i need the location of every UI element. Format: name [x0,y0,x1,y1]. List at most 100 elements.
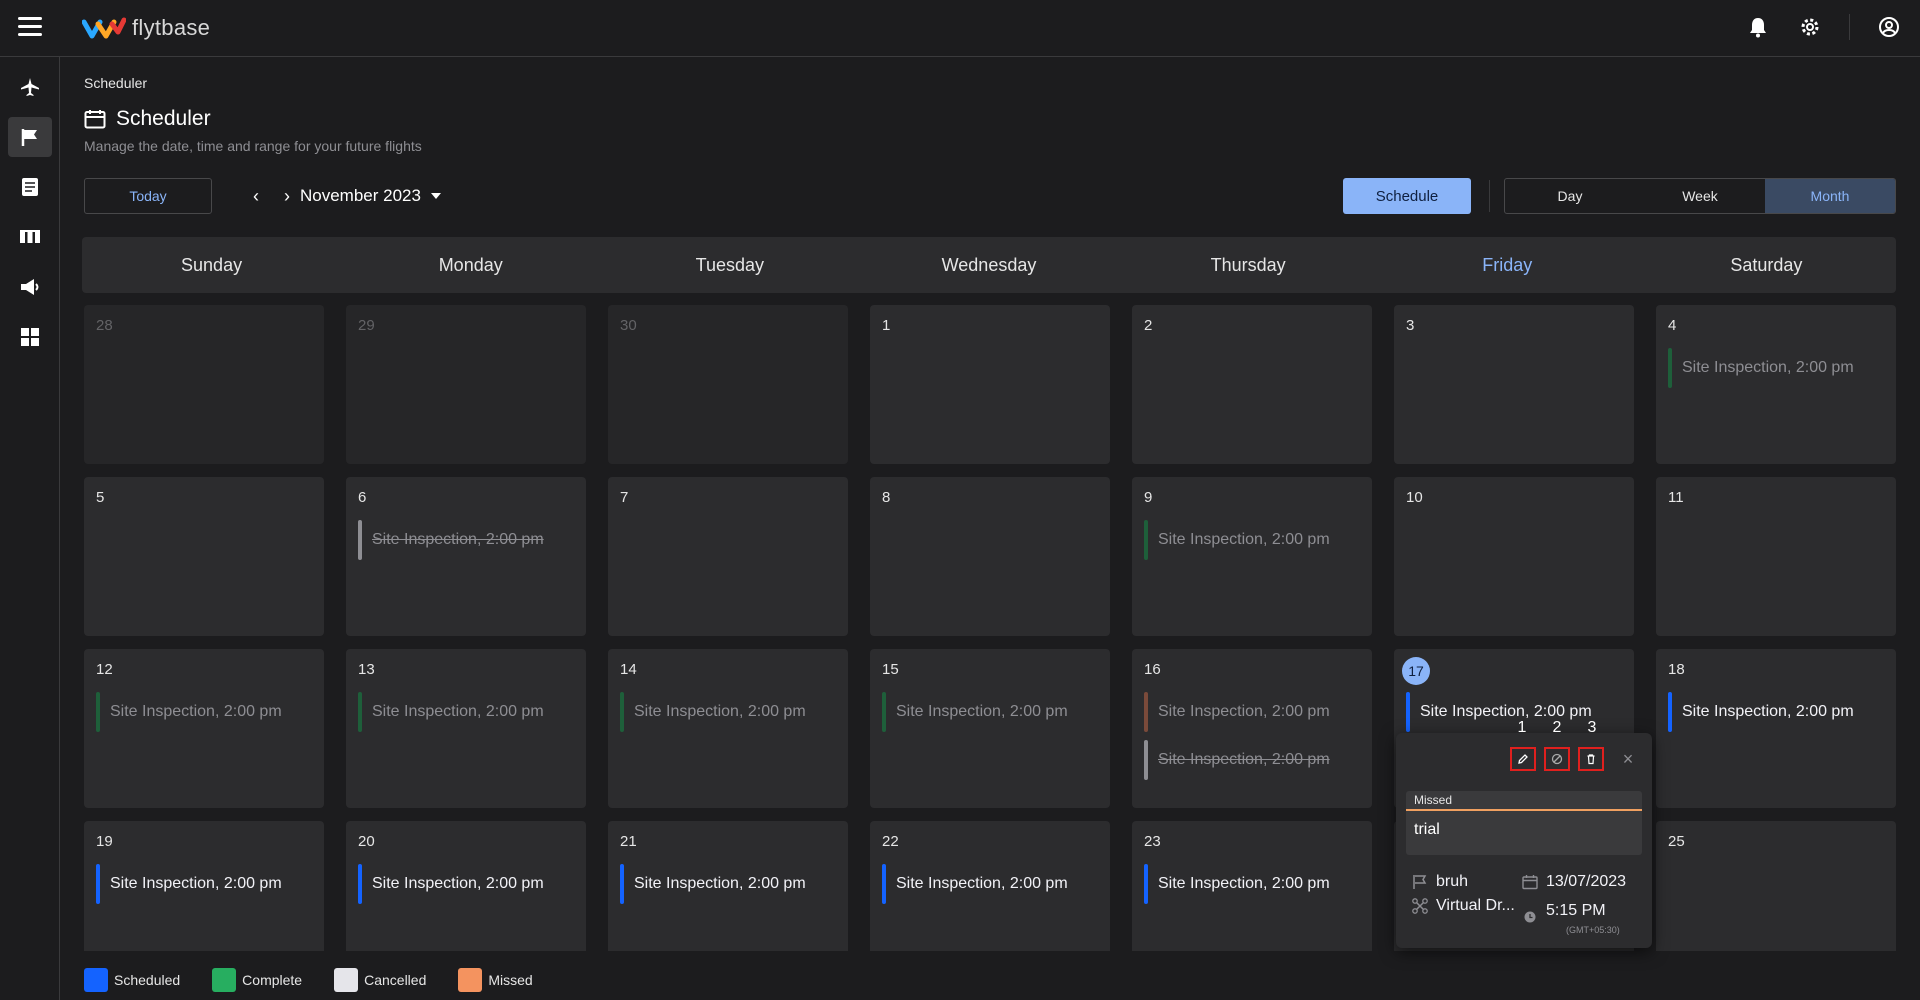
calendar-day-cell[interactable]: 14 Site Inspection, 2:00 pm [608,649,848,808]
flytbase-logo: flytbase [82,14,210,42]
event-scheduled[interactable]: Site Inspection, 2:00 pm [96,864,282,904]
calendar-day-cell[interactable]: 13 Site Inspection, 2:00 pm [346,649,586,808]
delete-trash-icon[interactable] [1578,747,1604,771]
calendar-day-cell[interactable]: 19 Site Inspection, 2:00 pm [84,821,324,951]
sidebar-item-fleet[interactable] [8,217,52,257]
calendar-day-cell[interactable]: 25 [1656,821,1896,951]
date-number: 11 [1668,489,1684,506]
date-number: 16 [1144,661,1161,678]
user-account-icon[interactable] [1876,14,1902,40]
close-icon[interactable]: × [1616,747,1640,771]
event-complete[interactable]: Site Inspection, 2:00 pm [358,692,544,732]
calendar-day-cell[interactable]: 10 [1394,477,1634,636]
calendar-day-cell[interactable]: 3 [1394,305,1634,464]
dow-friday: Friday [1482,254,1533,275]
calendar-day-cell[interactable]: 4 Site Inspection, 2:00 pm [1656,305,1896,464]
popup-drone: Virtual Dr... [1436,897,1515,914]
popup-title-box: Missed trial [1406,791,1642,855]
calendar-day-cell[interactable]: 9 Site Inspection, 2:00 pm [1132,477,1372,636]
view-week-button[interactable]: Week [1635,179,1765,213]
calendar-day-cell[interactable]: 7 [608,477,848,636]
view-day-button[interactable]: Day [1505,179,1635,213]
hamburger-menu-icon[interactable] [18,17,42,39]
sidebar-item-scheduler[interactable] [7,117,52,157]
status-legend: Scheduled Complete Cancelled Missed [84,968,533,992]
document-icon [21,178,38,196]
date-number: 28 [96,317,113,334]
breadcrumb[interactable]: Scheduler [84,75,147,91]
sidebar [0,57,60,1000]
calendar-day-cell[interactable]: 15 Site Inspection, 2:00 pm [870,649,1110,808]
view-month-button[interactable]: Month [1765,179,1895,213]
legend-label: Complete [242,972,303,988]
event-cancelled[interactable]: Site Inspection, 2:00 pm [1144,740,1330,780]
calendar-day-cell[interactable]: 28 [84,305,324,464]
date-number: 15 [882,661,899,678]
event-scheduled[interactable]: Site Inspection, 2:00 pm [1668,692,1854,732]
calendar-day-cell[interactable]: 5 [84,477,324,636]
date-number: 12 [96,661,113,678]
legend-item-missed: Missed [458,968,533,992]
caret-down-icon [430,193,441,199]
month-select[interactable]: November 2023 [300,178,441,214]
date-number: 22 [882,833,899,850]
date-number: 3 [1406,317,1415,334]
date-number: 7 [620,489,629,506]
today-button[interactable]: Today [84,178,212,214]
event-missed[interactable]: Site Inspection, 2:00 pm [1144,692,1330,732]
gear-icon[interactable] [1797,14,1823,40]
event-cancelled[interactable]: Site Inspection, 2:00 pm [358,520,544,560]
calendar-day-cell[interactable]: 16 Site Inspection, 2:00 pm Site Inspectio… [1132,649,1372,808]
calendar-day-cell[interactable]: 6 Site Inspection, 2:00 pm [346,477,586,636]
event-scheduled[interactable]: Site Inspection, 2:00 pm [882,864,1068,904]
edit-pencil-icon[interactable] [1510,747,1536,771]
prev-month-chevron-left-icon[interactable]: ‹ [244,184,268,208]
popup-actions [1510,747,1604,771]
calendar-small-icon [1522,875,1538,890]
dow-tuesday: Tuesday [695,254,765,275]
event-complete[interactable]: Site Inspection, 2:00 pm [1668,348,1854,388]
event-scheduled[interactable]: Site Inspection, 2:00 pm [358,864,544,904]
event-scheduled[interactable]: Site Inspection, 2:00 pm [1144,864,1330,904]
date-number: 18 [1668,661,1685,678]
cancel-ban-icon[interactable] [1544,747,1570,771]
annotation-number: 3 [1587,719,1597,736]
calendar-day-cell[interactable]: 11 [1656,477,1896,636]
calendar-day-cell[interactable]: 2 [1132,305,1372,464]
calendar-day-cell[interactable]: 1 [870,305,1110,464]
sidebar-item-logs[interactable] [8,167,52,207]
today-date-badge: 17 [1402,657,1430,685]
date-number: 2 [1144,317,1153,334]
calendar-day-cell[interactable]: 12 Site Inspection, 2:00 pm [84,649,324,808]
sidebar-item-flights[interactable] [8,67,52,107]
legend-label: Cancelled [364,972,427,988]
legend-item-scheduled: Scheduled [84,968,180,992]
event-scheduled[interactable]: Site Inspection, 2:00 pm [620,864,806,904]
top-bar: flytbase [0,0,1920,57]
legend-swatch-complete [212,968,237,992]
calendar-day-cell[interactable]: 30 [608,305,848,464]
calendar-day-cell[interactable]: 20 Site Inspection, 2:00 pm [346,821,586,951]
bell-icon[interactable] [1745,14,1771,40]
dow-sunday: Sunday [181,254,243,275]
schedule-button[interactable]: Schedule [1343,178,1471,214]
calendar-day-cell[interactable]: 23 Site Inspection, 2:00 pm [1132,821,1372,951]
date-number: 10 [1406,489,1423,506]
date-number: 19 [96,833,113,850]
calendar-day-cell[interactable]: 18 Site Inspection, 2:00 pm [1656,649,1896,808]
event-complete[interactable]: Site Inspection, 2:00 pm [96,692,282,732]
next-month-chevron-right-icon[interactable]: › [275,184,299,208]
calendar-day-cell[interactable]: 29 [346,305,586,464]
event-complete[interactable]: Site Inspection, 2:00 pm [1144,520,1330,560]
sidebar-item-announcements[interactable] [8,267,52,307]
sidebar-item-dashboard[interactable] [8,317,52,357]
event-complete[interactable]: Site Inspection, 2:00 pm [882,692,1068,732]
logo-mark-icon [82,17,126,39]
calendar-day-cell[interactable]: 8 [870,477,1110,636]
popup-time: 5:15 PM [1546,902,1606,919]
page-subtitle: Manage the date, time and range for your… [84,138,422,154]
calendar-day-cell[interactable]: 21 Site Inspection, 2:00 pm [608,821,848,951]
calendar-day-cell[interactable]: 22 Site Inspection, 2:00 pm [870,821,1110,951]
legend-swatch-missed [458,968,483,992]
event-complete[interactable]: Site Inspection, 2:00 pm [620,692,806,732]
